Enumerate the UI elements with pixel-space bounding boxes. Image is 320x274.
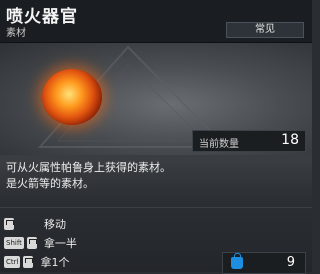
ctrl-key-icon: Ctrl [4,256,21,268]
quantity-value: 9 [286,255,295,270]
control-hints: 移动 Shift 拿一半 Ctrl 拿1个 [0,214,220,272]
control-label: 拿1个 [40,256,70,269]
weight-icon [231,253,243,269]
count-value: 18 [281,132,299,148]
control-hint-move: 移动 [4,216,66,232]
mouse-left-icon [4,218,14,230]
description-line: 是火箭等的素材。 [6,177,94,190]
control-label: 拿一半 [43,237,77,250]
control-hint-take-one: Ctrl 拿1个 [4,254,69,270]
control-hint-take-half: Shift 拿一半 [4,235,77,251]
fire-organ-icon [42,69,102,125]
control-label: 移动 [44,218,66,231]
divider [0,207,312,208]
description-line: 可从火属性帕鲁身上获得的素材。 [6,161,171,174]
mouse-left-icon [26,237,37,249]
item-description: 可从火属性帕鲁身上获得的素材。 是火箭等的素材。 [6,160,306,192]
item-category: 素材 [6,28,26,39]
current-count-box: 当前数量 18 [192,130,306,152]
mouse-left-icon [23,256,34,268]
rarity-badge: 常见 [226,22,304,38]
shift-key-icon: Shift [4,237,24,249]
item-header: 喷火器官 素材 常见 [0,0,312,43]
quantity-box[interactable]: 9 [222,252,306,274]
count-label: 当前数量 [199,139,239,150]
item-detail-panel: 喷火器官 素材 常见 当前数量 18 可从火属性帕鲁身上获得的素材。 是火箭等的… [0,0,312,274]
